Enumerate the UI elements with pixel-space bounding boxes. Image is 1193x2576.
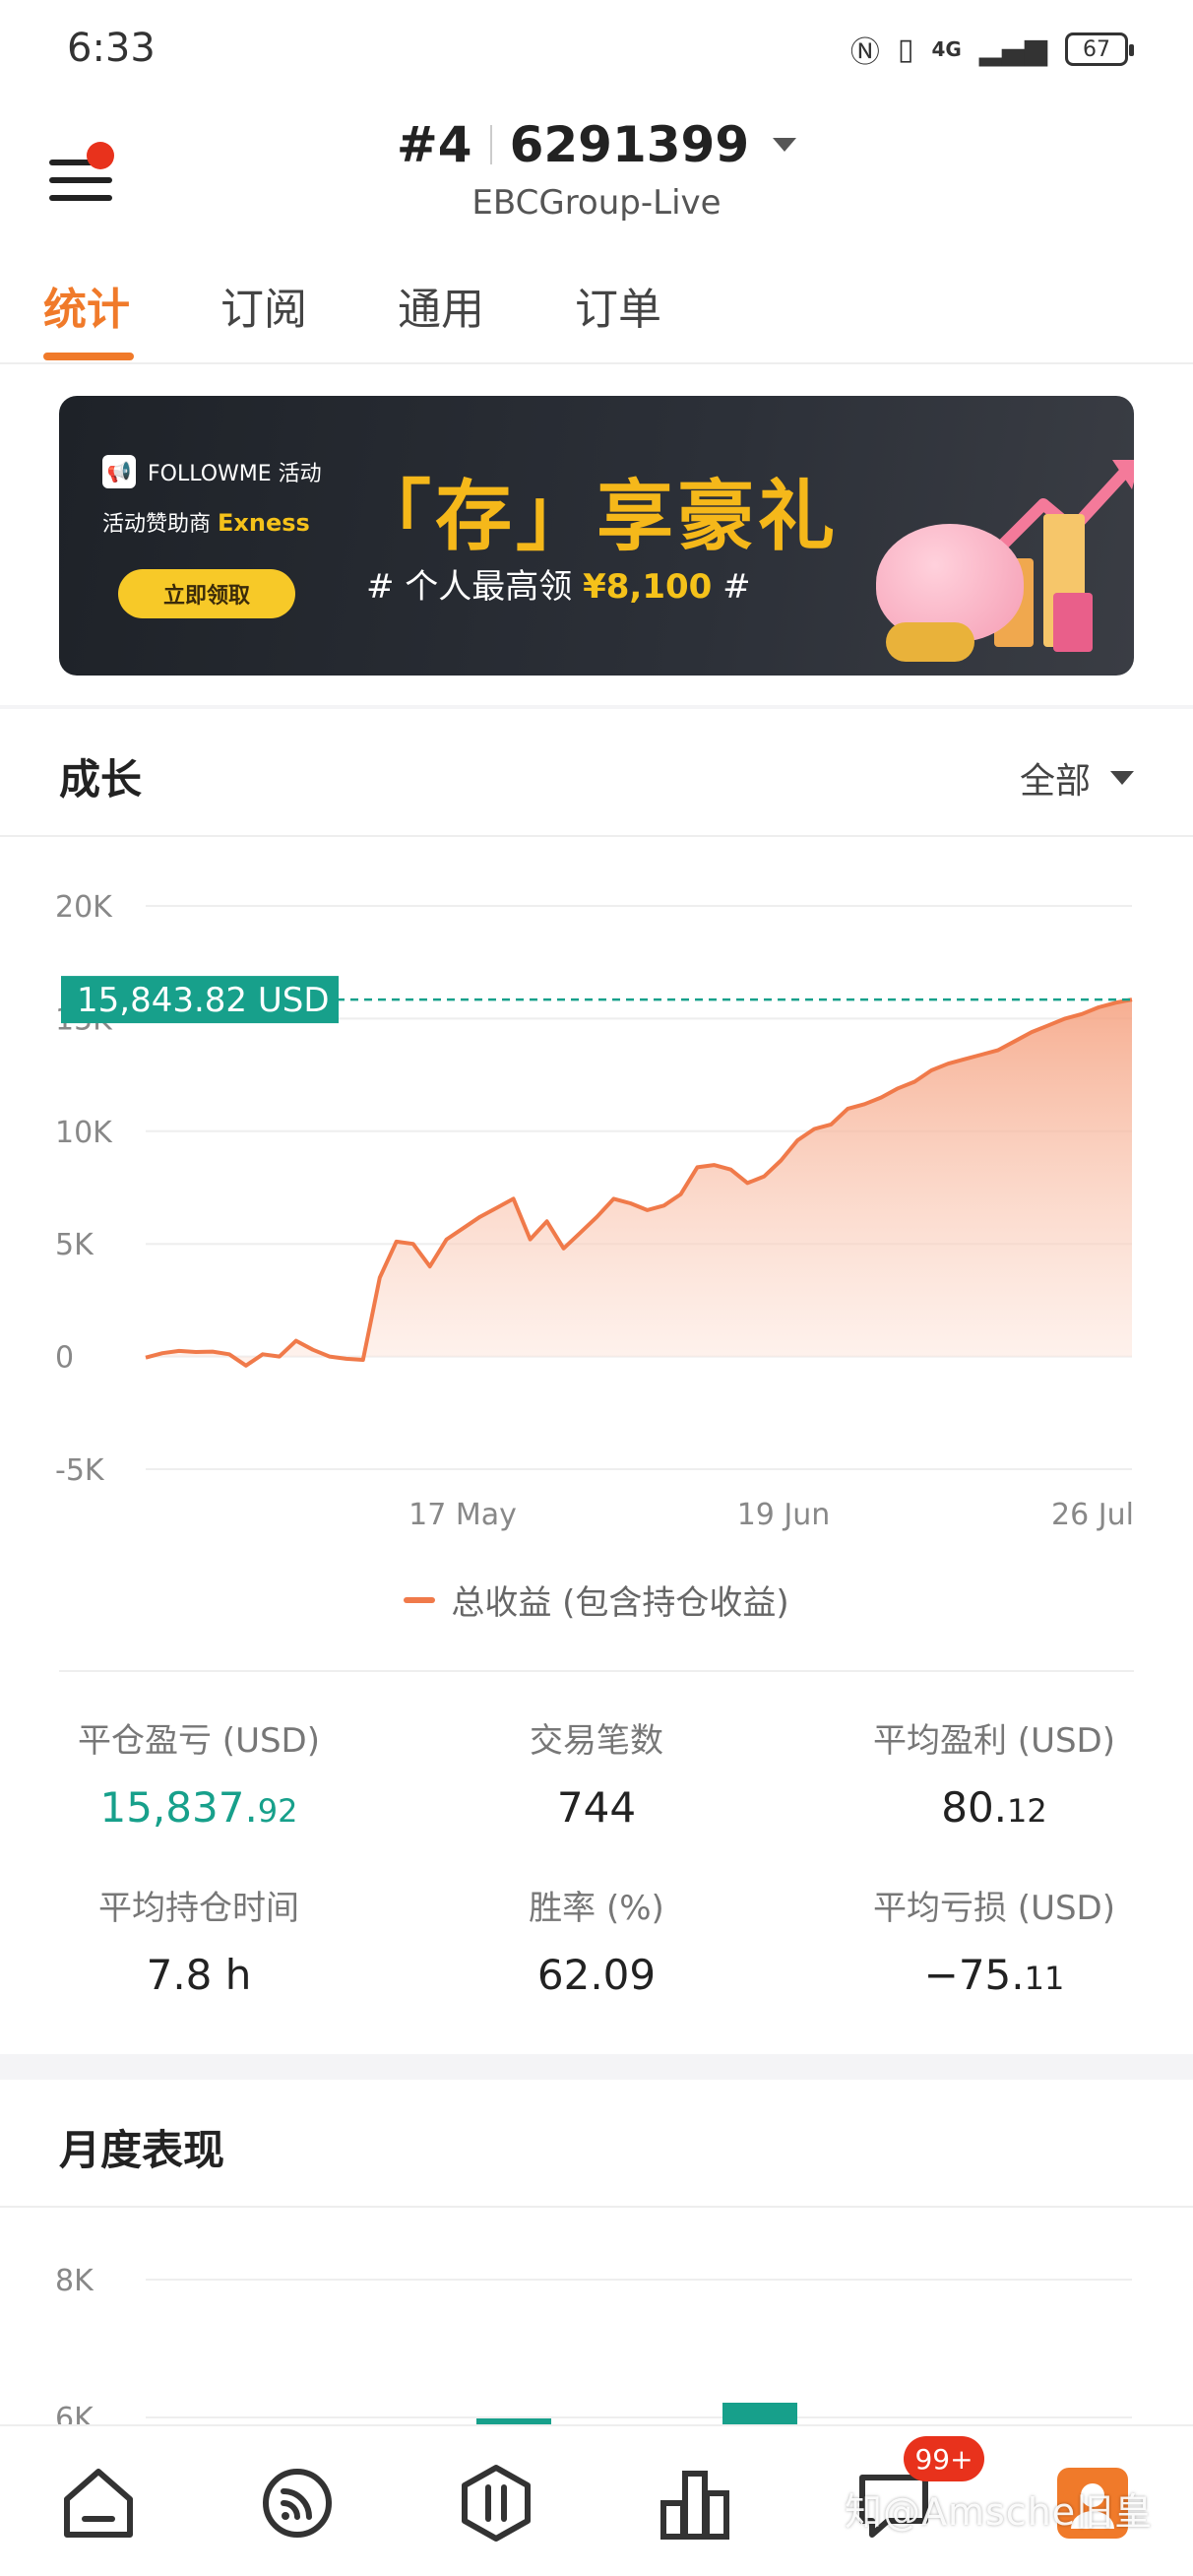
stat-win-rate: 胜率 (%) 62.09 — [398, 1881, 795, 1999]
ranking-icon[interactable] — [656, 2464, 734, 2543]
monthly-y-tick: 8K — [55, 2264, 94, 2298]
banner-amount: ¥8,100 — [583, 567, 713, 607]
growth-section-header: 成长 全部 — [0, 709, 1193, 837]
signal-icon: ▂▄▆ — [978, 32, 1047, 67]
account-rank: #4 — [396, 116, 472, 173]
divider — [489, 125, 492, 164]
x-axis-ticks: 17 May 19 Jun 26 Jul — [408, 1498, 1134, 1532]
stat-value: 80.12 — [795, 1783, 1193, 1832]
growth-title: 成长 — [59, 755, 143, 804]
megaphone-icon: 📢 — [102, 455, 136, 488]
current-value-label: 15,843.82 USD — [77, 981, 330, 1020]
y-tick-label: 0 — [55, 1341, 74, 1376]
chart-legend[interactable]: 总收益 (包含持仓收益) — [0, 1576, 1193, 1624]
tab-general[interactable]: 通用 — [398, 274, 484, 337]
x-tick-label: 19 Jun — [737, 1498, 831, 1532]
y-tick-label: 5K — [55, 1228, 94, 1262]
network-label: 4G — [931, 37, 962, 61]
promo-banner[interactable]: 📢 FOLLOWME 活动 活动赞助商 Exness 立即领取 「存」享豪礼 #… — [59, 396, 1134, 676]
stat-value-int: 7.8 h — [146, 1951, 252, 1999]
active-tab-indicator — [43, 353, 134, 360]
coins-icon — [886, 622, 974, 662]
stat-value: 15,837.92 — [0, 1783, 398, 1832]
watermark: 知@Amsche旧皇 — [845, 2490, 1154, 2534]
stat-label: 平均盈利 (USD) — [873, 1721, 1115, 1761]
stat-value-int: 62.09 — [536, 1951, 657, 1999]
banner-sub-prefix: # 个人最高领 — [366, 567, 573, 607]
x-tick-label: 17 May — [408, 1498, 517, 1532]
stat-value-dec: 11 — [1024, 1960, 1065, 1997]
stat-value-int: 744 — [556, 1783, 637, 1832]
stat-label: 平均亏损 (USD) — [873, 1889, 1115, 1928]
banner-bar-decoration — [1053, 593, 1093, 652]
stat-value: −75.11 — [795, 1951, 1193, 1999]
banner-brand-text: FOLLOWME 活动 — [148, 462, 322, 486]
stat-value-int: 15,837. — [99, 1783, 258, 1832]
account-server: EBCGroup-Live — [471, 183, 722, 223]
tab-subscribe[interactable]: 订阅 — [220, 274, 307, 337]
growth-chart-svg: 20K15K10K5K0-5K 17 May19 Jun26 Jul 15,84… — [55, 890, 1134, 1532]
stat-avg-hold-time: 平均持仓时间 7.8 h — [0, 1881, 398, 1999]
chevron-down-icon — [1110, 771, 1134, 785]
legend-swatch — [404, 1596, 436, 1603]
y-tick-label: -5K — [55, 1453, 105, 1488]
status-time: 6:33 — [67, 26, 156, 71]
account-selector[interactable]: #4 6291399 EBCGroup-Live — [0, 116, 1193, 223]
monthly-section-header: 月度表现 — [0, 2080, 1193, 2208]
stat-value: 744 — [398, 1783, 795, 1832]
stat-closed-pnl: 平仓盈亏 (USD) 15,837.92 — [0, 1713, 398, 1832]
banner-sub-suffix: # — [722, 567, 751, 607]
nfc-icon: Ⓝ — [849, 35, 880, 70]
unread-badge: 99+ — [904, 2436, 984, 2481]
x-tick-label: 26 Jul — [1051, 1498, 1134, 1532]
banner-brand: 📢 FOLLOWME 活动 — [102, 455, 322, 488]
banner-sponsor: 活动赞助商 Exness — [102, 506, 310, 538]
growth-chart[interactable]: 20K15K10K5K0-5K 17 May19 Jun26 Jul 15,84… — [0, 867, 1193, 1556]
battery-level: 67 — [1083, 36, 1110, 62]
stat-avg-loss: 平均亏损 (USD) −75.11 — [795, 1881, 1193, 1999]
banner-sponsor-prefix: 活动赞助商 — [102, 512, 212, 537]
section-divider — [0, 2054, 1193, 2080]
stat-label: 平仓盈亏 (USD) — [78, 1721, 320, 1761]
period-filter-label: 全部 — [1019, 761, 1091, 802]
y-tick-label: 10K — [55, 1116, 113, 1150]
y-tick-label: 20K — [55, 890, 113, 925]
trade-icon[interactable] — [457, 2464, 535, 2543]
tab-stats[interactable]: 统计 — [43, 274, 130, 337]
stats-divider — [59, 1670, 1134, 1672]
stat-value: 7.8 h — [0, 1951, 398, 1999]
feed-icon[interactable] — [258, 2464, 337, 2543]
period-filter[interactable]: 全部 — [1020, 752, 1134, 804]
tab-orders[interactable]: 订单 — [575, 274, 661, 337]
monthly-title: 月度表现 — [59, 2126, 225, 2174]
stat-value-int: −75. — [923, 1951, 1025, 1999]
vibrate-icon: ▯ — [897, 32, 914, 67]
status-bar: 6:33 Ⓝ ▯ 4G ▂▄▆ 67 — [0, 0, 1193, 98]
stat-avg-profit: 平均盈利 (USD) 80.12 — [795, 1713, 1193, 1832]
stat-trade-count: 交易笔数 744 — [398, 1713, 795, 1832]
banner-subtitle: # 个人最高领 ¥8,100 # — [366, 559, 751, 608]
monthly-chart[interactable]: 8K 6K — [0, 2235, 1193, 2432]
legend-label: 总收益 (包含持仓收益) — [451, 1583, 789, 1623]
banner-title: 「存」享豪礼 — [354, 473, 840, 561]
battery-icon: 67 — [1065, 32, 1134, 66]
banner-sponsor-name: Exness — [218, 509, 310, 537]
tab-bar: 统计 订阅 通用 订单 — [0, 246, 1193, 364]
stat-label: 平均持仓时间 — [98, 1889, 299, 1928]
stat-value: 62.09 — [398, 1951, 795, 1999]
stat-value-dec: 12 — [1007, 1792, 1047, 1830]
monthly-chart-svg: 8K 6K — [55, 2264, 1132, 2432]
stat-label: 胜率 (%) — [529, 1889, 664, 1928]
stat-label: 交易笔数 — [530, 1721, 663, 1761]
stat-value-dec: 92 — [257, 1792, 298, 1830]
home-icon[interactable] — [59, 2464, 138, 2543]
app-header: #4 6291399 EBCGroup-Live — [0, 108, 1193, 246]
chevron-down-icon — [773, 138, 797, 152]
claim-button[interactable]: 立即领取 — [118, 569, 295, 618]
stat-value-int: 80. — [941, 1783, 1008, 1832]
status-icons: Ⓝ ▯ 4G ▂▄▆ 67 — [849, 28, 1134, 71]
account-number: 6291399 — [509, 116, 750, 173]
